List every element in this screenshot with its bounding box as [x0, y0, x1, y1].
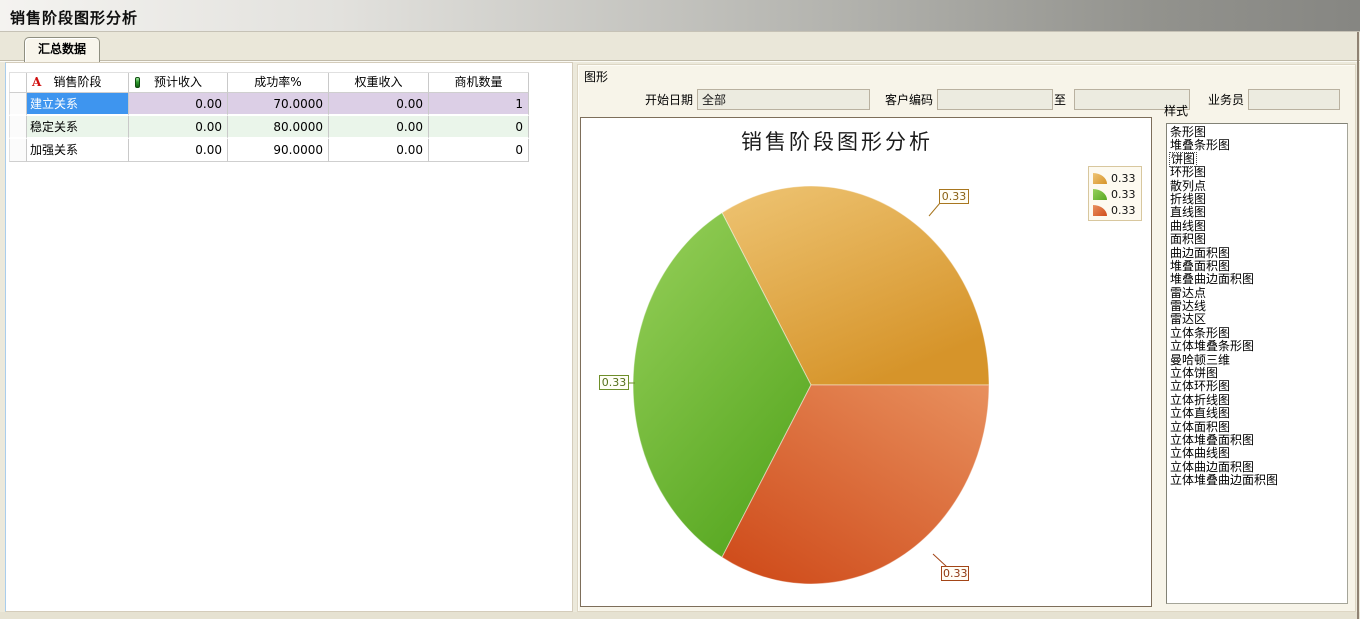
weighted-income-cell[interactable]: 0.00 — [329, 93, 429, 116]
style-option[interactable]: 条形图 — [1170, 126, 1347, 139]
style-option[interactable]: 立体堆叠条形图 — [1170, 340, 1347, 353]
style-option[interactable]: 堆叠条形图 — [1170, 139, 1347, 152]
sort-a-icon: A — [32, 76, 41, 89]
expected-income-cell[interactable]: 0.00 — [129, 116, 228, 139]
success-rate-cell[interactable]: 90.0000 — [228, 139, 329, 162]
legend-item: 0.33 — [1093, 186, 1141, 202]
style-option[interactable]: 面积图 — [1170, 233, 1347, 246]
style-option[interactable]: 直线图 — [1170, 206, 1347, 219]
start-date-label: 开始日期 — [640, 93, 693, 107]
style-option[interactable]: 立体环形图 — [1170, 380, 1347, 393]
legend-value: 0.33 — [1111, 188, 1136, 201]
stage-cell[interactable]: 加强关系 — [27, 139, 129, 162]
column-header-success-rate[interactable]: 成功率% — [228, 73, 329, 93]
opportunity-count-cell[interactable]: 1 — [429, 93, 529, 116]
opportunity-count-cell[interactable]: 0 — [429, 116, 529, 139]
pie-chart-svg — [581, 118, 1153, 608]
opportunity-count-cell[interactable]: 0 — [429, 139, 529, 162]
legend-item: 0.33 — [1093, 170, 1141, 186]
column-header-expected-income[interactable]: 预计收入 — [129, 73, 228, 93]
row-indicator — [9, 116, 27, 139]
column-header-stage[interactable]: A 销售阶段 — [27, 73, 129, 93]
page-title: 销售阶段图形分析 — [10, 7, 138, 28]
column-header-opportunity-count[interactable]: 商机数量 — [429, 73, 529, 93]
table-row[interactable]: 稳定关系 0.00 80.0000 0.00 0 — [9, 116, 529, 139]
pie-label-strengthen: 0.33 — [941, 566, 969, 581]
style-option[interactable]: 环形图 — [1170, 166, 1347, 179]
summary-table: A 销售阶段 预计收入 成功率% 权重收入 商机数量 — [9, 72, 529, 162]
pie-label-stable: 0.33 — [599, 375, 629, 390]
legend-swatch-red-icon — [1093, 205, 1107, 216]
row-indicator — [9, 93, 27, 116]
tab-summary-data[interactable]: 汇总数据 — [24, 37, 100, 62]
column-header-label: 销售阶段 — [53, 75, 101, 89]
style-option[interactable]: 散列点 — [1170, 180, 1347, 193]
style-option-selected[interactable]: 饼图 — [1170, 153, 1196, 166]
success-rate-cell[interactable]: 80.0000 — [228, 116, 329, 139]
column-header-label: 权重收入 — [354, 75, 402, 89]
weighted-income-cell[interactable]: 0.00 — [329, 139, 429, 162]
customer-code-input[interactable] — [937, 89, 1053, 110]
column-header-label: 成功率% — [254, 75, 301, 89]
table-row[interactable]: 建立关系 0.00 70.0000 0.00 1 — [9, 93, 529, 116]
start-date-input[interactable] — [697, 89, 870, 110]
column-header-weighted-income[interactable]: 权重收入 — [329, 73, 429, 93]
column-header-label: 商机数量 — [454, 75, 502, 89]
window-titlebar: 销售阶段图形分析 — [0, 0, 1360, 32]
salesman-input[interactable] — [1248, 89, 1340, 110]
pie-label-establish: 0.33 — [939, 189, 969, 204]
tab-strip: 汇总数据 — [0, 32, 1360, 61]
style-option[interactable]: 立体堆叠曲边面积图 — [1170, 474, 1347, 487]
expected-income-cell[interactable]: 0.00 — [129, 93, 228, 116]
style-option[interactable]: 雷达点 — [1170, 287, 1347, 300]
legend-value: 0.33 — [1111, 204, 1136, 217]
legend-value: 0.33 — [1111, 172, 1136, 185]
style-option[interactable]: 立体直线图 — [1170, 407, 1347, 420]
style-option[interactable]: 雷达线 — [1170, 300, 1347, 313]
green-pill-icon — [135, 77, 140, 88]
style-option[interactable]: 曲边面积图 — [1170, 247, 1347, 260]
table-header-row: A 销售阶段 预计收入 成功率% 权重收入 商机数量 — [9, 73, 529, 93]
window-border — [1357, 32, 1359, 619]
expected-income-cell[interactable]: 0.00 — [129, 139, 228, 162]
salesman-label: 业务员 — [1203, 93, 1244, 107]
table-row[interactable]: 加强关系 0.00 90.0000 0.00 0 — [9, 139, 529, 162]
style-option[interactable]: 堆叠曲边面积图 — [1170, 273, 1347, 286]
style-group-label: 样式 — [1164, 102, 1188, 119]
pie-chart-canvas: 销售阶段图形分析 — [580, 117, 1152, 607]
chart-style-listbox[interactable]: 条形图 堆叠条形图 饼图 环形图 散列点 折线图 直线图 曲线图 面积图 曲边面… — [1166, 123, 1348, 604]
weighted-income-cell[interactable]: 0.00 — [329, 116, 429, 139]
app-window: 销售阶段图形分析 汇总数据 A 销售阶段 预计收入 成功率% — [0, 0, 1360, 619]
graph-group-label: 图形 — [584, 68, 608, 85]
to-label: 至 — [1050, 93, 1066, 107]
row-indicator-header — [9, 73, 27, 93]
style-option[interactable]: 雷达区 — [1170, 313, 1347, 326]
bottom-status-bar — [0, 612, 1360, 619]
style-option[interactable]: 折线图 — [1170, 193, 1347, 206]
success-rate-cell[interactable]: 70.0000 — [228, 93, 329, 116]
column-header-label: 预计收入 — [154, 75, 202, 89]
legend-item: 0.33 — [1093, 202, 1141, 218]
callout-leader-line — [929, 203, 940, 216]
style-option[interactable]: 堆叠面积图 — [1170, 260, 1347, 273]
stage-cell[interactable]: 建立关系 — [27, 93, 129, 116]
customer-code-label: 客户编码 — [880, 93, 933, 107]
chart-legend: 0.33 0.33 0.33 — [1088, 166, 1142, 221]
legend-swatch-gold-icon — [1093, 173, 1107, 184]
style-option[interactable]: 曲线图 — [1170, 220, 1347, 233]
style-option[interactable]: 立体曲线图 — [1170, 447, 1347, 460]
legend-swatch-green-icon — [1093, 189, 1107, 200]
stage-cell[interactable]: 稳定关系 — [27, 116, 129, 139]
style-option[interactable]: 立体面积图 — [1170, 421, 1347, 434]
row-indicator — [9, 139, 27, 162]
summary-panel: A 销售阶段 预计收入 成功率% 权重收入 商机数量 — [5, 62, 573, 612]
